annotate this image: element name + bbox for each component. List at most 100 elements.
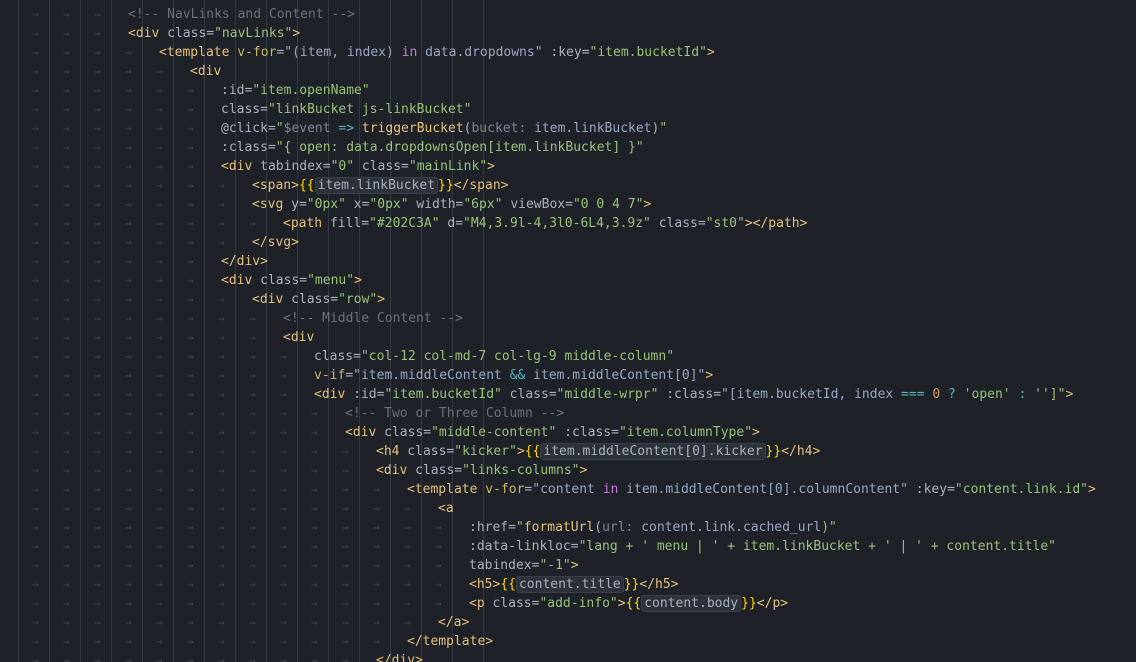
code-token: }} <box>623 577 640 592</box>
code-line[interactable]: → → → → → → → → → → <div class="middle-content" :c… <box>32 423 760 442</box>
code-token: :class <box>658 387 714 402</box>
tab-marker: → <box>94 312 101 325</box>
code-line[interactable]: → → → → → → → → → → → → <template v-for="content in … <box>32 480 1096 499</box>
tab-marker: → <box>125 46 132 59</box>
tab-marker: → <box>342 540 349 553</box>
code-line[interactable]: → → → → → → <div tabindex="0" class="mainLink"… <box>32 157 495 176</box>
tab-marker: → <box>249 388 256 401</box>
code-line[interactable]: → → → → → → @click="$event => triggerBucket(bu… <box>32 119 667 138</box>
tab-marker: → <box>63 198 70 211</box>
tab-marker: → <box>373 502 380 515</box>
tab-marker: → <box>156 388 163 401</box>
code-token: d <box>439 216 456 231</box>
code-token: class <box>484 596 532 611</box>
indent-guide <box>80 0 81 662</box>
code-token: </h5> <box>639 577 679 592</box>
tab-marker: → <box>63 654 70 662</box>
code-line[interactable]: → → → → → → → → → v-if="item.middleContent && ite… <box>32 366 713 385</box>
tab-marker: → <box>156 445 163 458</box>
tab-marker: → <box>94 160 101 173</box>
tab-marker: → <box>218 521 225 534</box>
tab-marker: → <box>156 635 163 648</box>
code-token: :key <box>542 45 582 60</box>
tab-marker: → <box>218 483 225 496</box>
tab-marker: → <box>187 426 194 439</box>
code-token: 0 <box>924 387 949 402</box>
code-line[interactable]: → → → → → → → </svg> <box>32 233 299 252</box>
code-token: content.body <box>641 595 742 612</box>
tab-marker: → <box>63 217 70 230</box>
code-line[interactable]: → → → → → → → → → → → <div class="links-columns"> <box>32 461 587 480</box>
tab-marker: → <box>218 597 225 610</box>
tab-marker: → <box>187 103 194 116</box>
tab-marker: → <box>63 27 70 40</box>
code-line[interactable]: → → → → → → → → → → → → → →:href="formatUrl(url: cont… <box>32 518 837 537</box>
code-line[interactable]: → → → → <template v-for = "(item, index) in da… <box>32 43 715 62</box>
code-token: "item.bucketId" <box>589 45 707 60</box>
code-line[interactable]: → → → → → → → → → → <!-- Two or Three Column --> <box>32 404 564 423</box>
code-line[interactable]: → → → → → → </div> <box>32 252 268 271</box>
tab-marker: → <box>249 407 256 420</box>
code-line[interactable]: → → → → → → → → → → → <h4 class="kicker">{{item.mid… <box>32 442 820 461</box>
tab-marker: → <box>404 502 411 515</box>
tab-marker: → <box>187 464 194 477</box>
code-line[interactable]: → → → → → → → → → → → → → →:data-linkloc="lang + ' me… <box>32 537 1056 556</box>
code-line[interactable]: → → → → → → class="linkBucket js-linkBucket" <box>32 100 471 119</box>
code-line[interactable]: → → → → → → → <div class="row"> <box>32 290 385 309</box>
tab-marker: → <box>125 255 132 268</box>
tab-marker: → <box>125 179 132 192</box>
code-line[interactable]: → → → → → → → → <path fill="#202C3A" d="M4,3.9l-… <box>32 214 807 233</box>
tab-marker: → <box>311 578 318 591</box>
code-line[interactable]: → → → <!-- NavLinks and Content --> <box>32 5 355 24</box>
code-token: "6px" <box>463 197 503 212</box>
code-line[interactable]: → → → → → → → <svg y="0px" x="0px" width="6px" … <box>32 195 651 214</box>
code-line[interactable]: → → → → → → → → → → → → → </a> <box>32 613 469 632</box>
tab-marker: → <box>373 540 380 553</box>
indent-guide <box>173 0 174 662</box>
code-token: "st0" <box>705 216 745 231</box>
code-line[interactable]: → → → → → → → → → → → → </template> <box>32 632 493 651</box>
code-line[interactable]: → → → → → → → → → → → → → → <h5>{{content.title}}</h5> <box>32 575 679 594</box>
code-line[interactable]: → → → → → →:class="{ open: data.dropdownsOpen… <box>32 138 644 157</box>
code-token: "links-columns" <box>462 463 580 478</box>
code-line[interactable]: → → → → → → → → <div <box>32 328 314 347</box>
code-line[interactable]: → → → → → <div <box>32 62 221 81</box>
code-token: "[item.bucketId, index <box>721 387 902 402</box>
tab-marker: → <box>94 84 101 97</box>
code-line[interactable]: → → → <div class="navLinks"> <box>32 24 300 43</box>
tab-marker: → <box>63 388 70 401</box>
code-line[interactable]: → → → → → → → → → → → </div> <box>32 651 423 662</box>
tab-marker: → <box>125 350 132 363</box>
code-line[interactable]: → → → → → → <div class="menu"> <box>32 271 362 290</box>
tab-marker: → <box>32 179 39 192</box>
code-line[interactable]: → → → → → → → → <!-- Middle Content --> <box>32 309 463 328</box>
tab-marker: → <box>94 122 101 135</box>
code-token: :id <box>221 83 245 98</box>
tab-marker: → <box>187 635 194 648</box>
tab-marker: → <box>218 578 225 591</box>
tab-marker: → <box>156 483 163 496</box>
tab-marker: → <box>156 369 163 382</box>
code-line[interactable]: → → → → → → → → → → → → → → tabindex="-1"> <box>32 556 579 575</box>
code-token: }} <box>765 444 782 459</box>
code-token: = <box>330 292 339 307</box>
code-line[interactable]: → → → → → → → → → → → → → → <p class="add-info">{{cont… <box>32 594 788 613</box>
tab-marker: → <box>94 616 101 629</box>
code-token: = <box>401 159 409 174</box>
tab-marker: → <box>156 616 163 629</box>
code-token: <span> <box>252 178 299 193</box>
code-line[interactable]: → → → → → → → → → → → → → <a <box>32 499 454 518</box>
tab-marker: → <box>125 445 132 458</box>
tab-marker: → <box>125 331 132 344</box>
code-line[interactable]: → → → → → → → → → class="col-12 col-md-7 col-lg-9… <box>32 347 674 366</box>
tab-marker: → <box>94 350 101 363</box>
code-token: "navLinks" <box>214 26 293 41</box>
tab-marker: → <box>63 559 70 572</box>
code-editor[interactable]: → → → <!-- NavLinks and Content --> → → → <div … <box>0 0 1136 662</box>
code-token: "-1" <box>539 558 571 573</box>
tab-marker: → <box>218 635 225 648</box>
code-line[interactable]: → → → → → → → → → <div :id="item.bucketId" class=… <box>32 385 1073 404</box>
code-line[interactable]: → → → → → → → <span>{{item.linkBucket}}</span> <box>32 176 508 195</box>
code-line[interactable]: → → → → → →:id="item.openName" <box>32 81 370 100</box>
code-token: </div> <box>221 254 268 269</box>
